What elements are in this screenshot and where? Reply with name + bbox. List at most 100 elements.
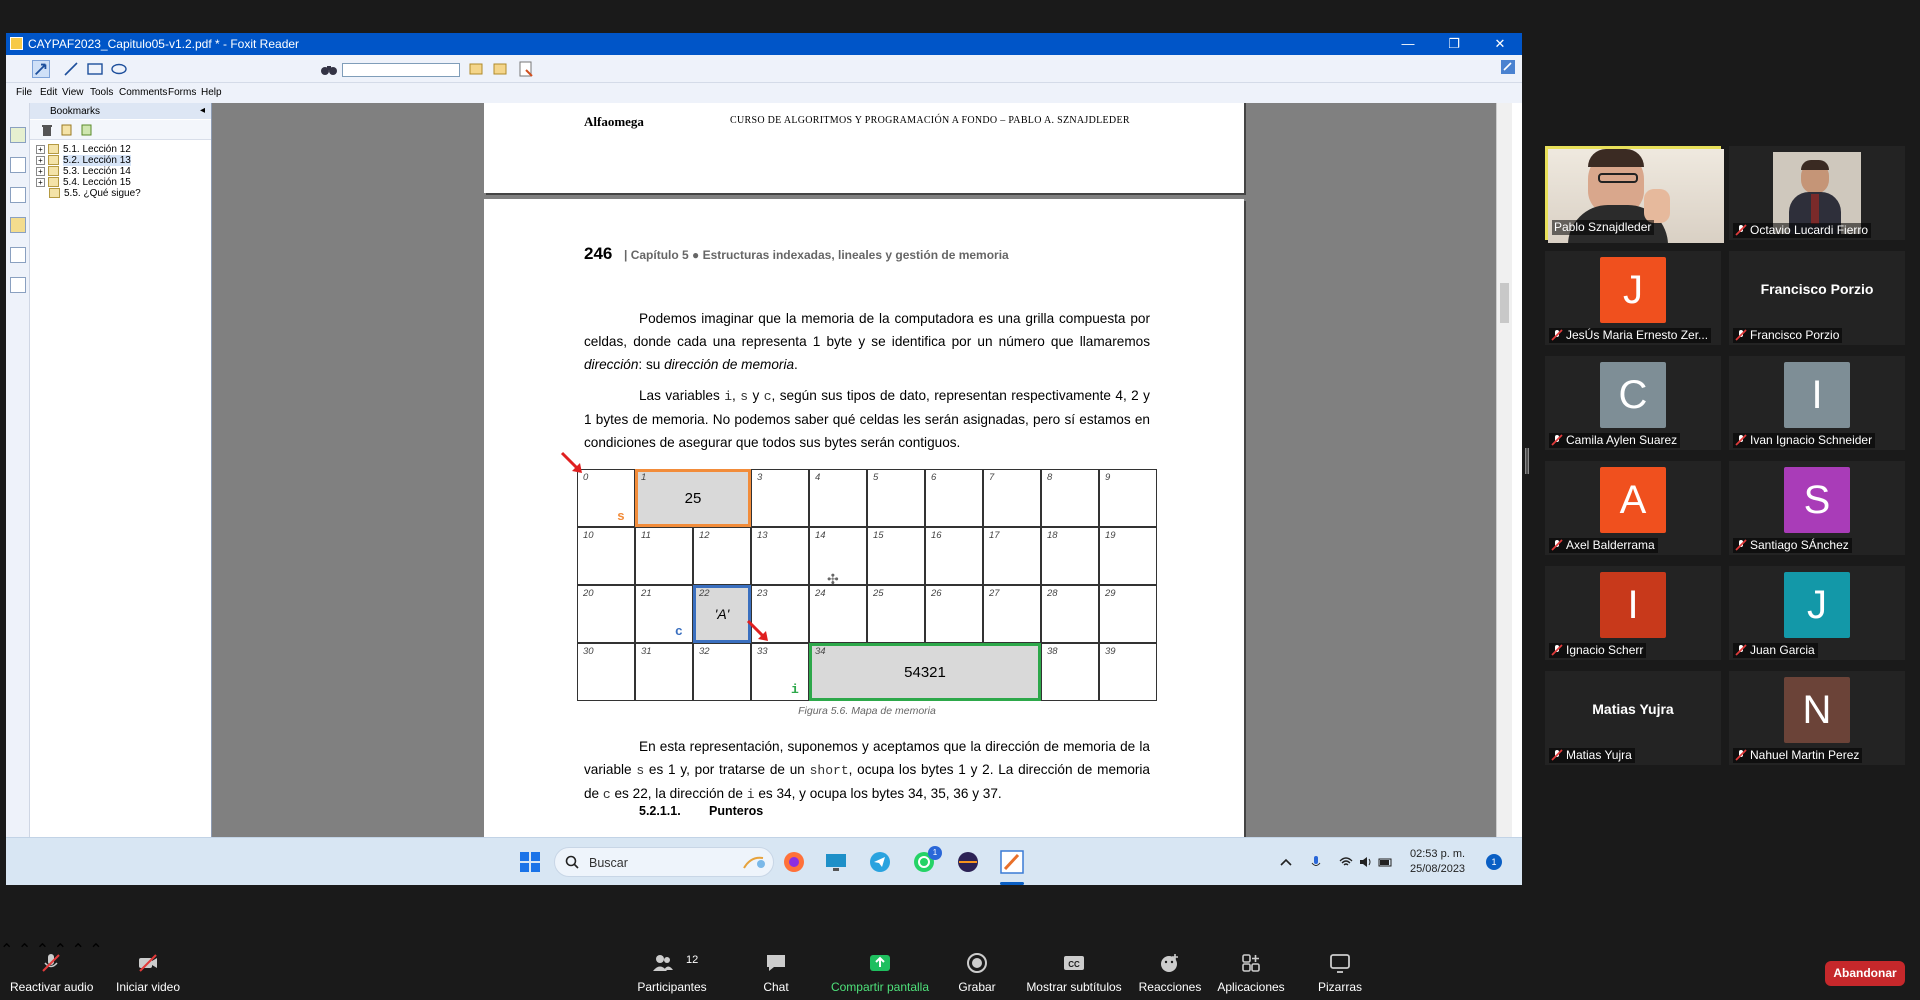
participant-tile[interactable]: N Nahuel Martin Perez <box>1729 671 1905 765</box>
find-options-icon[interactable] <box>518 60 536 78</box>
cell-address: 22 <box>699 588 710 599</box>
bookmarks-title: Bookmarks <box>50 106 101 117</box>
participants-button[interactable]: 12 Participantes <box>630 940 714 1000</box>
binoculars-icon[interactable] <box>320 60 338 78</box>
signatures-tab-icon[interactable] <box>10 277 26 293</box>
cell-address: 16 <box>931 530 942 541</box>
delete-bookmark-icon[interactable] <box>40 123 54 137</box>
remote-desktop-icon[interactable] <box>824 850 848 874</box>
reactions-button[interactable]: Reacciones <box>1134 940 1206 1000</box>
bookmarks-tab-icon[interactable] <box>10 127 26 143</box>
participant-tile[interactable]: Octavio Lucardi Fierro <box>1729 146 1905 240</box>
apps-button[interactable]: Aplicaciones <box>1212 940 1290 1000</box>
whatsapp-badge: 1 <box>928 846 942 860</box>
record-button[interactable]: Grabar <box>950 940 1004 1000</box>
participant-tile[interactable]: J Juan Garcia <box>1729 566 1905 660</box>
participant-tile[interactable]: S Santiago SÁnchez <box>1729 461 1905 555</box>
memory-cell: 29 <box>1099 585 1157 643</box>
memory-cell: 3 <box>751 469 809 527</box>
document-view[interactable]: Alfaomega CURSO DE ALGORITMOS Y PROGRAMA… <box>212 103 1512 837</box>
minimize-button[interactable]: — <box>1386 34 1430 54</box>
captions-button[interactable]: CC Mostrar subtítulos <box>1022 940 1126 1000</box>
taskbar-search[interactable]: Buscar <box>554 847 774 877</box>
find-input[interactable] <box>342 63 460 77</box>
expand-icon[interactable] <box>1500 59 1516 75</box>
bookmark-item[interactable]: 5.5. ¿Qué sigue? <box>49 187 141 201</box>
unmute-button[interactable]: Reactivar audio <box>10 940 93 1000</box>
participant-avatar: A <box>1600 467 1666 533</box>
participant-avatar: C <box>1600 362 1666 428</box>
cell-address: 30 <box>583 646 594 657</box>
attachments-tab-icon[interactable] <box>10 247 26 263</box>
section-number: 5.2.1.1. <box>639 804 681 818</box>
cell-address: 14 <box>815 530 826 541</box>
microphone-icon[interactable] <box>1308 854 1324 870</box>
taskbar-clock[interactable]: 02:53 p. m. 25/08/2023 <box>1410 847 1465 877</box>
chat-icon <box>767 955 785 971</box>
restore-button[interactable]: ❐ <box>1432 34 1476 54</box>
leave-meeting-button[interactable]: Abandonar <box>1825 961 1905 986</box>
expand-icon[interactable]: + <box>36 144 45 154</box>
telegram-icon[interactable] <box>868 850 892 874</box>
participant-tile[interactable]: C Camila Aylen Suarez <box>1545 356 1721 450</box>
zoom-toolbar: Reactivar audio ⌃ Iniciar video ⌃ 12 Par… <box>0 940 1920 1000</box>
cell-address: 12 <box>699 530 710 541</box>
expand-icon[interactable]: + <box>36 177 45 187</box>
firefox-icon[interactable] <box>782 850 806 874</box>
memory-cell: 11 <box>635 527 693 585</box>
microphone-muted-icon <box>1735 329 1747 341</box>
windows-start-icon[interactable] <box>518 850 542 874</box>
ellipse-tool-icon[interactable] <box>110 60 128 78</box>
microphone-muted-icon <box>1551 749 1563 761</box>
bookmark-properties-icon[interactable] <box>80 123 94 137</box>
participant-tile[interactable]: I Ignacio Scherr <box>1545 566 1721 660</box>
pages-tab-icon[interactable] <box>10 157 26 173</box>
select-arrow-icon[interactable] <box>32 60 50 78</box>
share-screen-button[interactable]: Compartir pantalla <box>826 940 934 1000</box>
document-scrollbar[interactable] <box>1496 103 1512 837</box>
eclipse-icon[interactable] <box>956 850 980 874</box>
new-bookmark-icon[interactable] <box>60 123 74 137</box>
menu-file[interactable]: File <box>16 87 32 98</box>
chevron-up-icon[interactable] <box>1278 854 1294 870</box>
memory-cell: 30 <box>577 643 635 701</box>
comments-tab-icon[interactable] <box>10 217 26 233</box>
menu-forms[interactable]: Forms <box>168 87 196 98</box>
menu-help[interactable]: Help <box>201 87 222 98</box>
expand-icon[interactable]: + <box>36 166 45 176</box>
participant-tile[interactable]: A Axel Balderrama <box>1545 461 1721 555</box>
menu-view[interactable]: View <box>62 87 84 98</box>
whiteboards-button[interactable]: Pizarras <box>1308 940 1372 1000</box>
notification-badge[interactable]: 1 <box>1486 854 1502 870</box>
expand-icon[interactable]: + <box>36 155 45 165</box>
layers-tab-icon[interactable] <box>10 187 26 203</box>
participant-tile[interactable]: J JesÚs Maria Ernesto Zer... <box>1545 251 1721 345</box>
battery-icon[interactable] <box>1378 854 1394 870</box>
variable-c-block: 22 'A' <box>693 585 751 643</box>
line-tool-icon[interactable] <box>62 60 80 78</box>
participant-tile[interactable]: Matias Yujra Matias Yujra <box>1545 671 1721 765</box>
start-video-button[interactable]: Iniciar video <box>112 940 184 1000</box>
chat-button[interactable]: Chat <box>752 940 800 1000</box>
participant-tile[interactable]: I Ivan Ignacio Schneider <box>1729 356 1905 450</box>
menu-edit[interactable]: Edit <box>40 87 57 98</box>
participant-tile[interactable]: Francisco Porzio Francisco Porzio <box>1729 251 1905 345</box>
microphone-muted-icon <box>1551 644 1563 656</box>
scrollbar-thumb[interactable] <box>1500 283 1509 323</box>
panel-splitter-icon[interactable] <box>1525 448 1529 474</box>
find-next-icon[interactable] <box>492 60 510 78</box>
microphone-muted-icon <box>1735 749 1747 761</box>
collapse-panel-icon[interactable]: ◂ <box>200 105 205 116</box>
close-button[interactable]: ✕ <box>1478 34 1522 54</box>
bookmarks-panel: Bookmarks ◂ +5.1. Lección 12 +5.2. Lecci… <box>30 103 212 837</box>
variable-value: 54321 <box>904 663 946 681</box>
find-previous-icon[interactable] <box>468 60 486 78</box>
rectangle-tool-icon[interactable] <box>86 60 104 78</box>
wifi-icon[interactable] <box>1338 854 1354 870</box>
participant-tile[interactable]: Pablo Sznajdleder <box>1545 146 1724 243</box>
menu-comments[interactable]: Comments <box>119 87 167 98</box>
foxit-taskbar-icon[interactable] <box>1000 850 1024 874</box>
volume-icon[interactable] <box>1358 854 1374 870</box>
menu-tools[interactable]: Tools <box>90 87 113 98</box>
memory-cell: 17 <box>983 527 1041 585</box>
